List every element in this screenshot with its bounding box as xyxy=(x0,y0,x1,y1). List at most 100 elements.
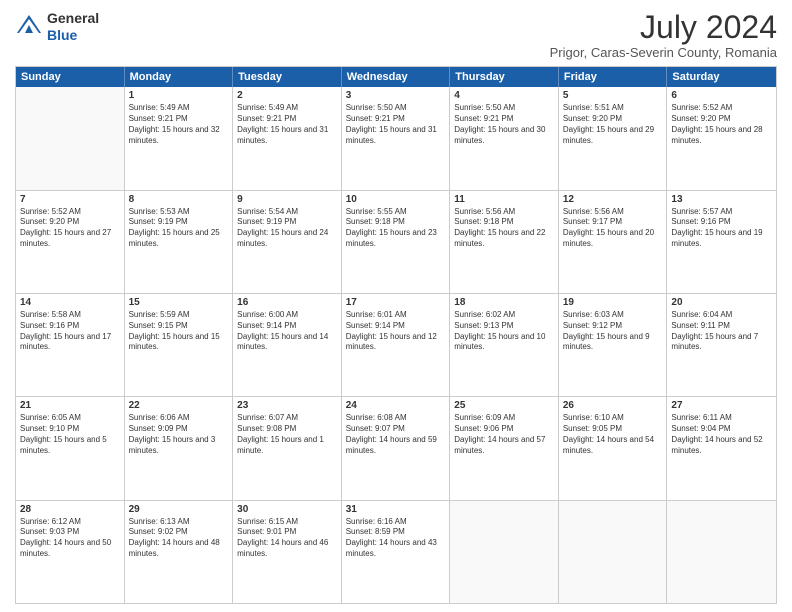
day-number: 1 xyxy=(129,90,229,101)
day-info: Sunrise: 6:05 AMSunset: 9:10 PMDaylight:… xyxy=(20,413,120,456)
day-cell-30: 30 Sunrise: 6:15 AMSunset: 9:01 PMDayligh… xyxy=(233,501,342,603)
day-number: 8 xyxy=(129,194,229,205)
day-number: 26 xyxy=(563,400,663,411)
header-day-wednesday: Wednesday xyxy=(342,67,451,87)
day-info: Sunrise: 6:11 AMSunset: 9:04 PMDaylight:… xyxy=(671,413,772,456)
day-cell-6: 6 Sunrise: 5:52 AMSunset: 9:20 PMDaylight… xyxy=(667,87,776,189)
day-info: Sunrise: 5:54 AMSunset: 9:19 PMDaylight:… xyxy=(237,207,337,250)
day-cell-15: 15 Sunrise: 5:59 AMSunset: 9:15 PMDayligh… xyxy=(125,294,234,396)
day-info: Sunrise: 5:51 AMSunset: 9:20 PMDaylight:… xyxy=(563,103,663,146)
day-number: 5 xyxy=(563,90,663,101)
header-day-friday: Friday xyxy=(559,67,668,87)
empty-cell xyxy=(667,501,776,603)
page: General Blue July 2024 Prigor, Caras-Sev… xyxy=(0,0,792,612)
day-cell-21: 21 Sunrise: 6:05 AMSunset: 9:10 PMDayligh… xyxy=(16,397,125,499)
day-number: 7 xyxy=(20,194,120,205)
logo-icon xyxy=(15,13,43,41)
day-info: Sunrise: 5:55 AMSunset: 9:18 PMDaylight:… xyxy=(346,207,446,250)
header-day-tuesday: Tuesday xyxy=(233,67,342,87)
location: Prigor, Caras-Severin County, Romania xyxy=(550,45,777,60)
month-title: July 2024 xyxy=(550,10,777,45)
day-number: 14 xyxy=(20,297,120,308)
day-number: 21 xyxy=(20,400,120,411)
day-cell-17: 17Sunrise: 6:01 AMSunset: 9:14 PMDayligh… xyxy=(342,294,451,396)
day-info: Sunrise: 5:52 AMSunset: 9:20 PMDaylight:… xyxy=(20,207,120,250)
day-number: 28 xyxy=(20,504,120,515)
day-cell-14: 14 Sunrise: 5:58 AMSunset: 9:16 PMDayligh… xyxy=(16,294,125,396)
day-number: 18 xyxy=(454,297,554,308)
day-info: Sunrise: 6:03 AMSunset: 9:12 PMDaylight:… xyxy=(563,310,663,353)
day-info: Sunrise: 6:15 AMSunset: 9:01 PMDaylight:… xyxy=(237,517,337,560)
day-number: 29 xyxy=(129,504,229,515)
day-number: 30 xyxy=(237,504,337,515)
calendar-row-1: 7 Sunrise: 5:52 AMSunset: 9:20 PMDaylight… xyxy=(16,191,776,294)
day-number: 10 xyxy=(346,194,446,205)
day-number: 31 xyxy=(346,504,446,515)
day-number: 15 xyxy=(129,297,229,308)
day-cell-27: 27Sunrise: 6:11 AMSunset: 9:04 PMDayligh… xyxy=(667,397,776,499)
logo-text: General Blue xyxy=(47,10,99,44)
day-info: Sunrise: 5:50 AMSunset: 9:21 PMDaylight:… xyxy=(454,103,554,146)
day-info: Sunrise: 5:50 AMSunset: 9:21 PMDaylight:… xyxy=(346,103,446,146)
day-cell-7: 7 Sunrise: 5:52 AMSunset: 9:20 PMDaylight… xyxy=(16,191,125,293)
day-info: Sunrise: 6:01 AMSunset: 9:14 PMDaylight:… xyxy=(346,310,446,353)
day-cell-28: 28 Sunrise: 6:12 AMSunset: 9:03 PMDayligh… xyxy=(16,501,125,603)
day-cell-4: 4 Sunrise: 5:50 AMSunset: 9:21 PMDaylight… xyxy=(450,87,559,189)
day-cell-5: 5 Sunrise: 5:51 AMSunset: 9:20 PMDaylight… xyxy=(559,87,668,189)
day-number: 6 xyxy=(671,90,772,101)
day-info: Sunrise: 6:16 AMSunset: 8:59 PMDaylight:… xyxy=(346,517,446,560)
calendar-row-3: 21 Sunrise: 6:05 AMSunset: 9:10 PMDayligh… xyxy=(16,397,776,500)
day-info: Sunrise: 5:58 AMSunset: 9:16 PMDaylight:… xyxy=(20,310,120,353)
calendar-header: SundayMondayTuesdayWednesdayThursdayFrid… xyxy=(16,67,776,87)
logo-general: General xyxy=(47,10,99,27)
empty-cell xyxy=(559,501,668,603)
day-info: Sunrise: 6:08 AMSunset: 9:07 PMDaylight:… xyxy=(346,413,446,456)
day-cell-1: 1 Sunrise: 5:49 AMSunset: 9:21 PMDaylight… xyxy=(125,87,234,189)
header-day-thursday: Thursday xyxy=(450,67,559,87)
day-info: Sunrise: 5:53 AMSunset: 9:19 PMDaylight:… xyxy=(129,207,229,250)
day-cell-16: 16Sunrise: 6:00 AMSunset: 9:14 PMDayligh… xyxy=(233,294,342,396)
day-info: Sunrise: 5:49 AMSunset: 9:21 PMDaylight:… xyxy=(129,103,229,146)
day-cell-22: 22Sunrise: 6:06 AMSunset: 9:09 PMDayligh… xyxy=(125,397,234,499)
day-number: 20 xyxy=(671,297,772,308)
day-info: Sunrise: 6:12 AMSunset: 9:03 PMDaylight:… xyxy=(20,517,120,560)
day-info: Sunrise: 6:07 AMSunset: 9:08 PMDaylight:… xyxy=(237,413,337,456)
day-number: 4 xyxy=(454,90,554,101)
day-info: Sunrise: 5:56 AMSunset: 9:17 PMDaylight:… xyxy=(563,207,663,250)
day-info: Sunrise: 5:56 AMSunset: 9:18 PMDaylight:… xyxy=(454,207,554,250)
day-cell-25: 25 Sunrise: 6:09 AMSunset: 9:06 PMDayligh… xyxy=(450,397,559,499)
day-cell-20: 20Sunrise: 6:04 AMSunset: 9:11 PMDayligh… xyxy=(667,294,776,396)
day-cell-19: 19 Sunrise: 6:03 AMSunset: 9:12 PMDayligh… xyxy=(559,294,668,396)
day-number: 19 xyxy=(563,297,663,308)
day-cell-23: 23Sunrise: 6:07 AMSunset: 9:08 PMDayligh… xyxy=(233,397,342,499)
day-info: Sunrise: 5:49 AMSunset: 9:21 PMDaylight:… xyxy=(237,103,337,146)
logo-blue: Blue xyxy=(47,27,99,44)
day-cell-26: 26 Sunrise: 6:10 AMSunset: 9:05 PMDayligh… xyxy=(559,397,668,499)
day-cell-12: 12 Sunrise: 5:56 AMSunset: 9:17 PMDayligh… xyxy=(559,191,668,293)
title-block: July 2024 Prigor, Caras-Severin County, … xyxy=(550,10,777,60)
day-cell-31: 31 Sunrise: 6:16 AMSunset: 8:59 PMDayligh… xyxy=(342,501,451,603)
calendar-row-0: 1 Sunrise: 5:49 AMSunset: 9:21 PMDaylight… xyxy=(16,87,776,190)
day-cell-29: 29Sunrise: 6:13 AMSunset: 9:02 PMDayligh… xyxy=(125,501,234,603)
day-cell-2: 2 Sunrise: 5:49 AMSunset: 9:21 PMDaylight… xyxy=(233,87,342,189)
calendar: SundayMondayTuesdayWednesdayThursdayFrid… xyxy=(15,66,777,604)
day-number: 12 xyxy=(563,194,663,205)
day-info: Sunrise: 6:00 AMSunset: 9:14 PMDaylight:… xyxy=(237,310,337,353)
header-day-sunday: Sunday xyxy=(16,67,125,87)
day-number: 25 xyxy=(454,400,554,411)
day-info: Sunrise: 5:59 AMSunset: 9:15 PMDaylight:… xyxy=(129,310,229,353)
day-info: Sunrise: 6:09 AMSunset: 9:06 PMDaylight:… xyxy=(454,413,554,456)
logo: General Blue xyxy=(15,10,99,44)
day-info: Sunrise: 5:52 AMSunset: 9:20 PMDaylight:… xyxy=(671,103,772,146)
day-number: 2 xyxy=(237,90,337,101)
calendar-row-4: 28 Sunrise: 6:12 AMSunset: 9:03 PMDayligh… xyxy=(16,501,776,603)
day-number: 24 xyxy=(346,400,446,411)
day-cell-3: 3Sunrise: 5:50 AMSunset: 9:21 PMDaylight… xyxy=(342,87,451,189)
day-cell-13: 13Sunrise: 5:57 AMSunset: 9:16 PMDayligh… xyxy=(667,191,776,293)
day-info: Sunrise: 6:10 AMSunset: 9:05 PMDaylight:… xyxy=(563,413,663,456)
day-cell-8: 8 Sunrise: 5:53 AMSunset: 9:19 PMDaylight… xyxy=(125,191,234,293)
day-info: Sunrise: 6:02 AMSunset: 9:13 PMDaylight:… xyxy=(454,310,554,353)
day-info: Sunrise: 5:57 AMSunset: 9:16 PMDaylight:… xyxy=(671,207,772,250)
day-cell-24: 24 Sunrise: 6:08 AMSunset: 9:07 PMDayligh… xyxy=(342,397,451,499)
calendar-row-2: 14 Sunrise: 5:58 AMSunset: 9:16 PMDayligh… xyxy=(16,294,776,397)
